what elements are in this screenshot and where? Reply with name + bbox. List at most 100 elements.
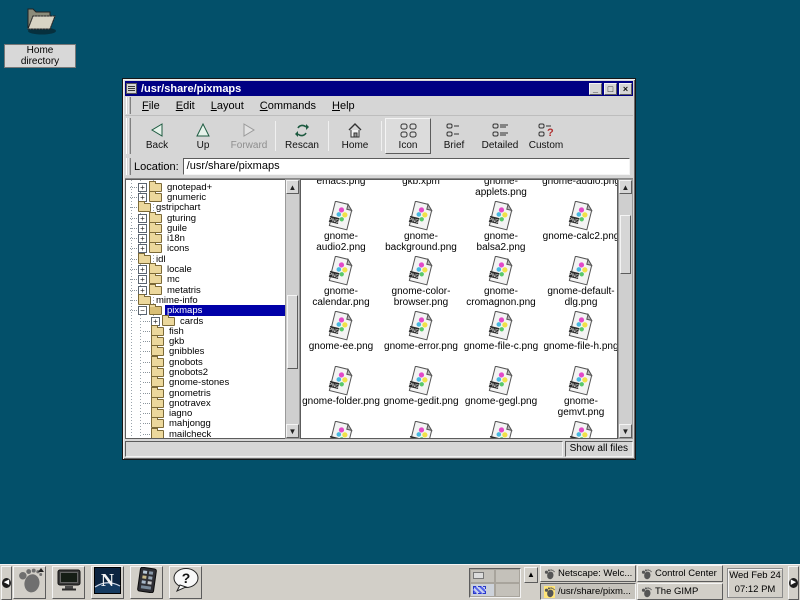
toolbar-forward-button[interactable]: Forward (226, 118, 272, 154)
task-button[interactable]: The GIMP (637, 583, 723, 600)
toolbar-home-button[interactable]: Home (332, 118, 378, 154)
desk-guide-pager[interactable] (469, 568, 521, 598)
menu-help[interactable]: Help (324, 98, 363, 114)
tree-scroll-up-icon[interactable]: ▲ (286, 180, 299, 194)
toolbar-custom-button[interactable]: ?Custom (523, 118, 569, 154)
tree-scroll-thumb[interactable] (287, 295, 298, 369)
task-button[interactable]: Control Center (637, 565, 723, 582)
file-gnome-calendar.png[interactable]: PNGgnome-calendar.png (301, 256, 381, 311)
tree-scroll-down-icon[interactable]: ▼ (286, 424, 299, 438)
menu-layout[interactable]: Layout (203, 98, 252, 114)
tree-item-iagno[interactable]: iagno (126, 409, 285, 419)
launcher-help-button[interactable]: ? (169, 566, 202, 599)
toolbar-icon-button[interactable]: Icon (385, 118, 431, 154)
home-folder-icon[interactable] (20, 23, 60, 40)
file-gnome-file-h.png[interactable]: PNGgnome-file-h.png (541, 311, 618, 366)
maximize-button[interactable]: □ (604, 83, 617, 95)
location-input[interactable]: /usr/share/pixmaps (183, 158, 630, 175)
menu-edit[interactable]: Edit (168, 98, 203, 114)
view-scroll-down-icon[interactable]: ▼ (619, 424, 632, 438)
panel-clock[interactable]: Wed Feb 24 07:12 PM (727, 568, 783, 598)
file-gnome-folder.png[interactable]: PNGgnome-folder.png (301, 366, 381, 421)
file-gnome-background.png[interactable]: PNGgnome-background.png (381, 201, 461, 256)
file-gnome-file-c.png[interactable]: PNGgnome-file-c.png (461, 311, 541, 366)
task-button[interactable]: /usr/share/pixm... (540, 583, 636, 600)
file-gkb.xpm[interactable]: PNGgkb.xpm (381, 179, 461, 201)
file-item[interactable]: PNG (381, 421, 461, 439)
collapse-icon[interactable]: − (138, 306, 147, 315)
tree-item-mailcheck[interactable]: mailcheck (126, 429, 285, 439)
expand-icon[interactable]: + (138, 265, 147, 274)
tree-item-gnibbles[interactable]: gnibbles (126, 347, 285, 357)
file-item[interactable]: PNG (541, 421, 618, 439)
window-titlebar[interactable]: /usr/share/pixmaps _ □ × (125, 81, 633, 96)
task-button[interactable]: Netscape: Welc... (540, 565, 636, 582)
toolbar-back-button[interactable]: Back (134, 118, 180, 154)
tree-item-gnumeric[interactable]: +gnumeric (126, 192, 285, 202)
expand-icon[interactable]: + (138, 234, 147, 243)
launcher-netscape-button[interactable]: N (91, 566, 124, 599)
workspace-3-active[interactable] (470, 583, 495, 597)
file-gnome-cromagnon.png[interactable]: PNGgnome-cromagnon.png (461, 256, 541, 311)
locationbar-grip[interactable] (126, 158, 131, 175)
file-gnome-color-browser.png[interactable]: PNGgnome-color-browser.png (381, 256, 461, 311)
launcher-peripherals-button[interactable] (130, 566, 163, 599)
close-button[interactable]: × (619, 83, 632, 95)
file-gnome-audio2.png[interactable]: PNGgnome-audio2.png (301, 201, 381, 256)
file-gnome-gegl.png[interactable]: PNGgnome-gegl.png (461, 366, 541, 421)
expand-icon[interactable]: + (138, 214, 147, 223)
toolbar-brief-button[interactable]: Brief (431, 118, 477, 154)
file-gnome-balsa2.png[interactable]: PNGgnome-balsa2.png (461, 201, 541, 256)
launcher-terminal-button[interactable] (52, 566, 85, 599)
minimize-button[interactable]: _ (589, 83, 602, 95)
tree-item-cards[interactable]: +cards (126, 316, 285, 326)
file-gnome-calc2.png[interactable]: PNGgnome-calc2.png (541, 201, 618, 256)
view-scroll-up-icon[interactable]: ▲ (619, 180, 632, 194)
window-menu-icon[interactable] (126, 83, 137, 94)
file-icon-view[interactable]: PNGemacs.pngPNGgkb.xpmPNGgnome-applets.p… (300, 179, 618, 439)
tree-item-fish[interactable]: fish (126, 326, 285, 336)
directory-tree[interactable]: +gnotepad++gnumericgstripchart+gturing+g… (125, 179, 285, 439)
home-directory-desktop-icon[interactable]: Home directory (4, 4, 76, 69)
file-gnome-gedit.png[interactable]: PNGgnome-gedit.png (381, 366, 461, 421)
panel-hide-right-button[interactable]: ▶ (788, 566, 799, 600)
tree-item-gnometris[interactable]: gnometris (126, 388, 285, 398)
expand-icon[interactable]: + (138, 224, 147, 233)
menu-file[interactable]: File (134, 98, 168, 114)
file-emacs.png[interactable]: PNGemacs.png (301, 179, 381, 201)
tree-item-icons[interactable]: +icons (126, 244, 285, 254)
file-item[interactable]: PNG (301, 421, 381, 439)
tree-item-gnobots2[interactable]: gnobots2 (126, 367, 285, 377)
menu-commands[interactable]: Commands (252, 98, 324, 114)
toolbar-grip[interactable] (126, 118, 131, 154)
file-gnome-ee.png[interactable]: PNGgnome-ee.png (301, 311, 381, 366)
workspace-1[interactable] (470, 569, 495, 583)
file-gnome-error.png[interactable]: PNGgnome-error.png (381, 311, 461, 366)
expand-icon[interactable]: + (138, 275, 147, 284)
toolbar-up-button[interactable]: Up (180, 118, 226, 154)
tree-item-gnome-stones[interactable]: gnome-stones (126, 378, 285, 388)
menubar-grip[interactable] (126, 97, 131, 114)
tasklist-expand-button[interactable]: ▲ (524, 567, 538, 583)
file-gnome-audio.png[interactable]: PNGgnome-audio.png (541, 179, 618, 201)
file-gnome-applets.png[interactable]: PNGgnome-applets.png (461, 179, 541, 201)
file-item[interactable]: PNG (461, 421, 541, 439)
tree-scrollbar[interactable]: ▲ ▼ (285, 179, 300, 439)
toolbar-detailed-button[interactable]: Detailed (477, 118, 523, 154)
tree-item-metatris[interactable]: +metatris (126, 285, 285, 295)
tree-item-pixmaps[interactable]: −pixmaps (126, 306, 285, 316)
tree-item-gkb[interactable]: gkb (126, 336, 285, 346)
view-scroll-thumb[interactable] (620, 215, 631, 275)
expand-icon[interactable]: + (138, 183, 147, 192)
file-gnome-default-dlg.png[interactable]: PNGgnome-default-dlg.png (541, 256, 618, 311)
launcher-main-menu-button[interactable] (13, 566, 46, 599)
panel-hide-left-button[interactable]: ◀ (1, 566, 12, 600)
workspace-2[interactable] (495, 569, 520, 583)
iconview-scrollbar[interactable]: ▲ ▼ (618, 179, 633, 439)
tree-item-gnotravex[interactable]: gnotravex (126, 398, 285, 408)
toolbar-rescan-button[interactable]: Rescan (279, 118, 325, 154)
file-gnome-gemvt.png[interactable]: PNGgnome-gemvt.png (541, 366, 618, 421)
tree-item-mahjongg[interactable]: mahjongg (126, 419, 285, 429)
tree-item-gnobots[interactable]: gnobots (126, 357, 285, 367)
workspace-4[interactable] (495, 583, 520, 597)
